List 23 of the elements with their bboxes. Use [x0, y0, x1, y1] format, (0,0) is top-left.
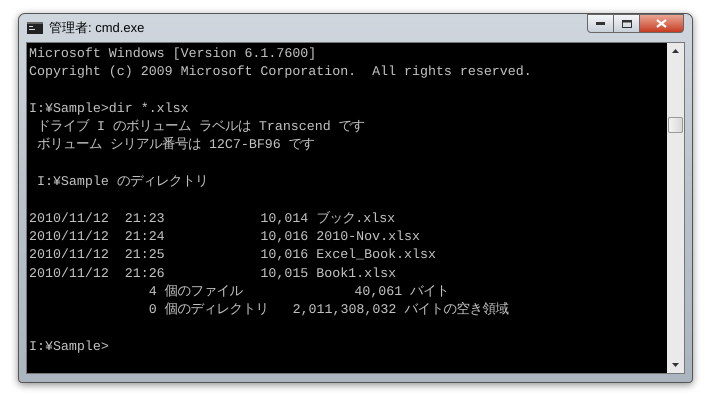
maximize-icon	[622, 20, 632, 28]
console-line: 0 個のディレクトリ 2,011,308,032 バイトの空き領域	[148, 301, 510, 320]
console-line: 2010/11/12 21:26 10,015 Book1.xlsx	[29, 264, 398, 283]
console-line: Microsoft Windows [Version 6.1.7600]	[29, 45, 318, 63]
minimize-icon	[596, 22, 605, 25]
console-icon	[27, 22, 43, 34]
scroll-thumb[interactable]	[668, 117, 683, 133]
close-icon	[656, 19, 667, 28]
console-line: 4 個のファイル 40,061 バイト	[148, 282, 450, 301]
maximize-button[interactable]	[614, 14, 640, 33]
scrollbar[interactable]	[667, 43, 684, 373]
console-line: 2010/11/12 21:23 10,014 ブック.xlsx	[29, 210, 396, 228]
console-line: I:¥Sample>dir *.xlsx	[29, 100, 190, 118]
console-line: I:¥Sample>	[29, 338, 110, 356]
minimize-button[interactable]	[587, 14, 614, 33]
close-button[interactable]	[640, 14, 684, 33]
console-line: ドライブ I のボリューム ラベルは Transcend です	[36, 118, 366, 136]
window-title: 管理者: cmd.exe	[49, 19, 144, 38]
console-line: I:¥Sample のディレクトリ	[36, 173, 209, 192]
console-line: ボリューム シリアル番号は 12C7-BF96 です	[36, 136, 316, 154]
console-line: Copyright (c) 2009 Microsoft Corporation. All rights reserved.	[29, 63, 533, 82]
console-line: 2010/11/12 21:24 10,016 2010-Nov.xlsx	[29, 228, 421, 246]
console-line: 2010/11/12 21:25 10,016 Excel_Book.xlsx	[29, 246, 437, 264]
